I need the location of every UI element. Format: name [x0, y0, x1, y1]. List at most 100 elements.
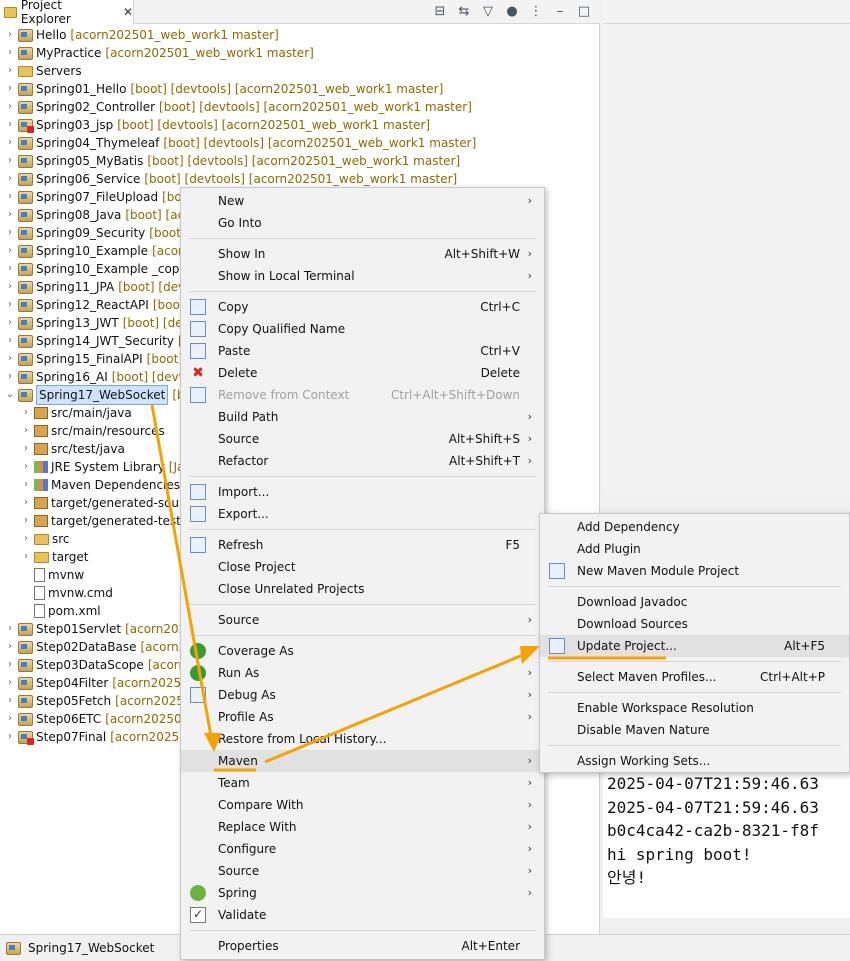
menu-item-import[interactable]: Import...	[181, 481, 544, 503]
tree-item[interactable]: › Spring12_ReactAPI [boot] [	[4, 296, 198, 314]
chevron-right-icon[interactable]: ›	[20, 440, 32, 458]
chevron-right-icon[interactable]: ›	[4, 44, 16, 62]
chevron-right-icon[interactable]: ›	[4, 242, 16, 260]
menu-item-disable-maven-nature[interactable]: Disable Maven Nature	[540, 719, 849, 741]
menu-item-properties[interactable]: Properties Alt+Enter	[181, 935, 544, 957]
chevron-right-icon[interactable]: ›	[4, 170, 16, 188]
chevron-right-icon[interactable]: ›	[4, 188, 16, 206]
tree-item[interactable]: › Spring16_AI [boot] [devto	[4, 368, 191, 386]
chevron-right-icon[interactable]: ›	[4, 134, 16, 152]
tree-item[interactable]: › src/main/resources	[20, 422, 165, 440]
tree-item[interactable]: › Spring03_jsp [boot] [devtools] [acorn202…	[4, 116, 430, 134]
menu-item-close-project[interactable]: Close Project	[181, 556, 544, 578]
chevron-right-icon[interactable]: ›	[4, 710, 16, 728]
chevron-right-icon[interactable]: ›	[4, 224, 16, 242]
menu-item-show-in[interactable]: Show In Alt+Shift+W ›	[181, 243, 544, 265]
menu-item-new-maven-module-project[interactable]: New Maven Module Project	[540, 560, 849, 582]
tree-item[interactable]: › Spring07_FileUpload [boot	[4, 188, 194, 206]
chevron-right-icon[interactable]: ›	[4, 368, 16, 386]
tab-project-explorer[interactable]: Project Explorer ✕	[0, 0, 134, 26]
view-menu-icon[interactable]: ⋮	[528, 4, 544, 19]
menu-item-spring[interactable]: Spring ›	[181, 882, 544, 904]
menu-item-replace-with[interactable]: Replace With ›	[181, 816, 544, 838]
chevron-right-icon[interactable]: ›	[20, 494, 32, 512]
tree-item[interactable]: › Spring08_Java [boot] [aco	[4, 206, 192, 224]
menu-item-maven[interactable]: Maven ›	[181, 750, 544, 772]
tree-item[interactable]: › Maven Dependencies	[20, 476, 180, 494]
chevron-right-icon[interactable]: ›	[4, 260, 16, 278]
menu-item-update-project[interactable]: Update Project... Alt+F5	[540, 635, 849, 657]
tree-item[interactable]: › src/test/java	[20, 440, 125, 458]
menu-item-profile-as[interactable]: Profile As ›	[181, 706, 544, 728]
tree-item[interactable]: › Spring02_Controller [boot] [devtools] [a…	[4, 98, 472, 116]
menu-item-enable-workspace-resolution[interactable]: Enable Workspace Resolution	[540, 697, 849, 719]
tree-item[interactable]: › target/generated-sourc	[20, 494, 190, 512]
chevron-right-icon[interactable]: ›	[4, 620, 16, 638]
tree-item[interactable]: ›Spring14_JWT_Security[bo	[4, 332, 198, 350]
tree-item[interactable]: › target	[20, 548, 89, 566]
tree-item[interactable]: › src/main/java	[20, 404, 132, 422]
chevron-right-icon[interactable]: ›	[20, 458, 32, 476]
focus-icon[interactable]: ●	[504, 4, 520, 19]
chevron-right-icon[interactable]: ›	[4, 278, 16, 296]
chevron-right-icon[interactable]: ›	[4, 98, 16, 116]
tree-item[interactable]: › src	[20, 530, 70, 548]
tree-item[interactable]: › Spring06_Service [boot] [devtools] [acor…	[4, 170, 457, 188]
chevron-right-icon[interactable]: ›	[4, 62, 16, 80]
chevron-right-icon[interactable]: ›	[4, 152, 16, 170]
chevron-right-icon[interactable]: ›	[4, 728, 16, 746]
tree-item[interactable]: › Spring15_FinalAPI [boot] [	[4, 350, 192, 368]
menu-item-paste[interactable]: Paste Ctrl+V	[181, 340, 544, 362]
menu-item-compare-with[interactable]: Compare With ›	[181, 794, 544, 816]
tree-item-selected[interactable]: ⌄Spring17_WebSocket[boo	[4, 385, 199, 405]
chevron-right-icon[interactable]: ›	[4, 656, 16, 674]
tree-item[interactable]: › Spring10_Example [acorn2	[4, 242, 198, 260]
tree-item[interactable]: › Servers	[4, 62, 82, 80]
tree-item[interactable]: › Spring09_Security [boot] [	[4, 224, 194, 242]
chevron-right-icon[interactable]: ›	[20, 530, 32, 548]
menu-item-close-unrelated-projects[interactable]: Close Unrelated Projects	[181, 578, 544, 600]
chevron-right-icon[interactable]: ›	[4, 296, 16, 314]
menu-item-add-plugin[interactable]: Add Plugin	[540, 538, 849, 560]
menu-item-source[interactable]: Source Alt+Shift+S ›	[181, 428, 544, 450]
chevron-right-icon[interactable]: ›	[20, 476, 32, 494]
chevron-down-icon[interactable]: ⌄	[4, 386, 16, 404]
menu-item-delete[interactable]: ✖ Delete Delete	[181, 362, 544, 384]
tree-item[interactable]: › Step05Fetch [acorn20250	[4, 692, 192, 710]
tree-item[interactable]: pom.xml	[20, 602, 101, 620]
chevron-right-icon[interactable]: ›	[20, 548, 32, 566]
tree-item[interactable]: › Step06ETC [acorn202501_	[4, 710, 195, 728]
menu-item-show-in-local-terminal[interactable]: Show in Local Terminal ›	[181, 265, 544, 287]
chevron-right-icon[interactable]: ›	[4, 692, 16, 710]
chevron-right-icon[interactable]: ›	[4, 314, 16, 332]
tree-item[interactable]: › Spring11_JPA [boot] [devt	[4, 278, 190, 296]
tree-item[interactable]: mvnw.cmd	[20, 584, 113, 602]
chevron-right-icon[interactable]: ›	[4, 26, 16, 44]
menu-item-refresh[interactable]: Refresh F5	[181, 534, 544, 556]
menu-item-build-path[interactable]: Build Path ›	[181, 406, 544, 428]
chevron-right-icon[interactable]: ›	[4, 116, 16, 134]
menu-item-restore-from-local-history[interactable]: Restore from Local History...	[181, 728, 544, 750]
menu-item-run-as[interactable]: Run As ›	[181, 662, 544, 684]
tree-item[interactable]: › Hello [acorn202501_web_work1 master]	[4, 26, 279, 44]
menu-item-select-maven-profiles[interactable]: Select Maven Profiles... Ctrl+Alt+P	[540, 666, 849, 688]
menu-item-coverage-as[interactable]: Coverage As ›	[181, 640, 544, 662]
tree-item[interactable]: › Spring13_JWT [boot] [dev	[4, 314, 190, 332]
chevron-right-icon[interactable]: ›	[4, 674, 16, 692]
tree-item[interactable]: › MyPractice [acorn202501_web_work1 master…	[4, 44, 314, 62]
tree-item[interactable]: › Spring10_Example _copy1	[4, 260, 194, 278]
link-editor-icon[interactable]: ⇆	[456, 4, 472, 19]
tree-item[interactable]: › Step07Final [acorn202501	[4, 728, 194, 746]
chevron-right-icon[interactable]: ›	[20, 422, 32, 440]
maximize-icon[interactable]: □	[576, 4, 592, 19]
menu-item-validate[interactable]: ✓ Validate	[181, 904, 544, 926]
tree-item[interactable]: › Spring04_Thymeleaf [boot] [devtools] [ac…	[4, 134, 476, 152]
tree-item[interactable]: › Step02DataBase [acorn202	[4, 638, 202, 656]
chevron-right-icon[interactable]: ›	[4, 206, 16, 224]
collapse-all-icon[interactable]: ⊟	[432, 4, 448, 19]
tree-item[interactable]: › Step03DataScope [acorn2	[4, 656, 194, 674]
chevron-right-icon[interactable]: ›	[20, 404, 32, 422]
chevron-right-icon[interactable]: ›	[20, 512, 32, 530]
menu-item-assign-working-sets[interactable]: Assign Working Sets...	[540, 750, 849, 772]
menu-item-team[interactable]: Team ›	[181, 772, 544, 794]
